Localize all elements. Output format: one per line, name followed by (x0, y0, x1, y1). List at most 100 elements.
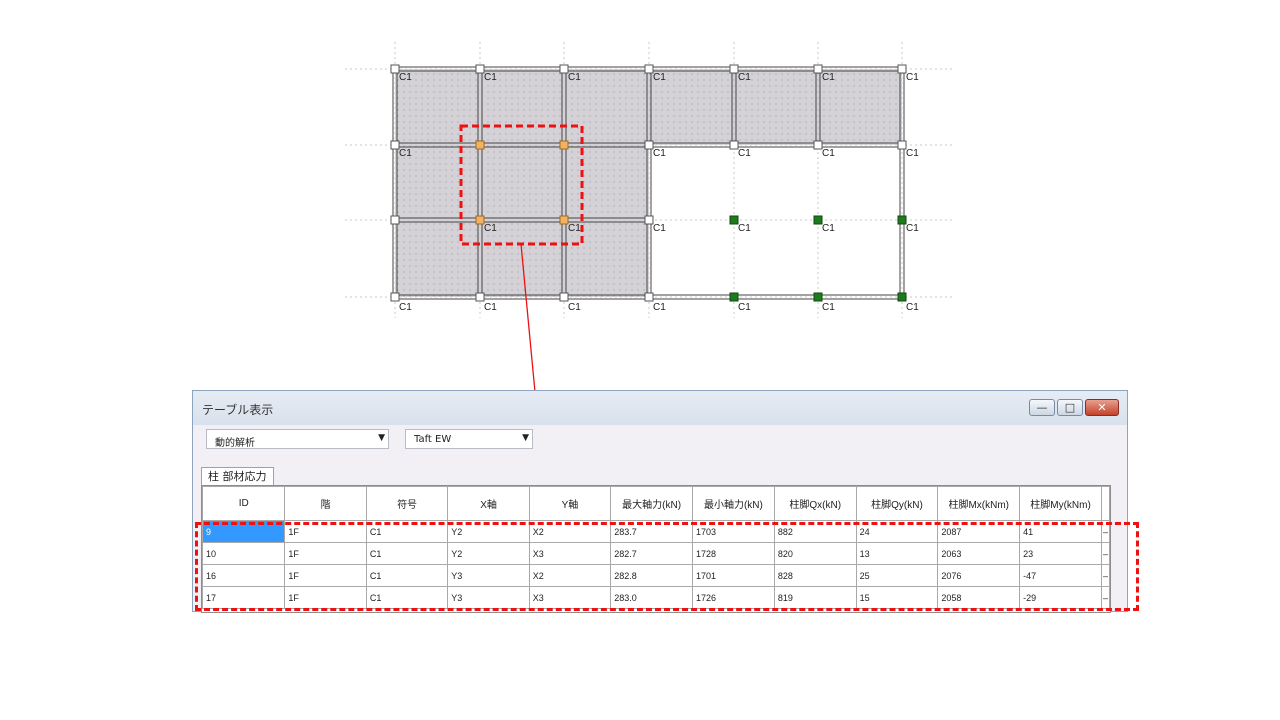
minimize-button[interactable]: — (1029, 399, 1055, 416)
cell-min-axial[interactable]: 1728 (692, 542, 775, 565)
cell-mx[interactable]: 2063 (937, 542, 1021, 565)
cell-max-axial[interactable]: 283.0 (610, 586, 694, 609)
minimize-icon: — (1036, 401, 1048, 414)
column-header-extra (1100, 486, 1110, 521)
cell-qx[interactable]: 820 (773, 542, 857, 565)
cell-floor[interactable]: 1F (284, 542, 367, 565)
cell-symbol[interactable]: C1 (365, 586, 449, 609)
cell-my[interactable]: -47 (1019, 564, 1102, 587)
cell-qy[interactable]: 13 (855, 542, 939, 565)
cell-extra: – (1100, 542, 1110, 565)
wave-value: Taft EW (414, 434, 452, 445)
dropdown-arrow-icon: ▼ (378, 433, 385, 443)
cell-mx[interactable]: 2058 (937, 586, 1021, 609)
cell-qy[interactable]: 25 (855, 564, 939, 587)
column-header-max-axial[interactable]: 最大軸力(kN) (610, 486, 694, 521)
cell-y-axis[interactable]: X2 (528, 564, 612, 587)
column-header-floor[interactable]: 階 (284, 486, 367, 521)
cell-max-axial[interactable]: 283.7 (610, 520, 694, 543)
column-label: C1 (568, 302, 581, 313)
window-controls: — □ ✕ (1029, 399, 1119, 416)
maximize-button[interactable]: □ (1057, 399, 1083, 416)
cell-id[interactable]: 16 (202, 564, 286, 587)
cell-id[interactable]: 17 (202, 586, 286, 609)
cell-qx[interactable]: 819 (773, 586, 857, 609)
column-label: C1 (738, 148, 751, 159)
column-label: C1 (906, 223, 919, 234)
wave-select[interactable]: Taft EW ▼ (405, 429, 533, 449)
table-view-window: テーブル表示 — □ ✕ 動的解析 ▼ Taft EW ▼ 柱 部材応力 ID … (192, 390, 1128, 613)
cell-extra: – (1100, 564, 1110, 587)
column-label: C1 (822, 148, 835, 159)
cell-qx[interactable]: 828 (773, 564, 857, 587)
cell-qx[interactable]: 882 (773, 520, 857, 543)
dropdown-arrow-icon: ▼ (522, 433, 529, 443)
column-header-my[interactable]: 柱脚My(kNm) (1019, 486, 1102, 521)
cell-y-axis[interactable]: X3 (528, 542, 612, 565)
cell-floor[interactable]: 1F (284, 520, 367, 543)
cell-symbol[interactable]: C1 (365, 542, 449, 565)
cell-extra: – (1100, 520, 1110, 543)
window-title: テーブル表示 (202, 403, 274, 417)
column-header-symbol[interactable]: 符号 (365, 486, 449, 521)
column-label: C1 (906, 302, 919, 313)
table-row[interactable]: 10 1F C1 Y2 X3 282.7 1728 820 13 2063 23… (202, 542, 1110, 565)
cell-symbol[interactable]: C1 (365, 564, 449, 587)
title-bar: テーブル表示 — □ ✕ (193, 391, 1127, 425)
table-row[interactable]: 16 1F C1 Y3 X2 282.8 1701 828 25 2076 -4… (202, 564, 1110, 587)
cell-mx[interactable]: 2076 (937, 564, 1021, 587)
cell-qy[interactable]: 15 (855, 586, 939, 609)
cell-x-axis[interactable]: Y3 (447, 564, 530, 587)
column-header-qy[interactable]: 柱脚Qy(kN) (855, 486, 939, 521)
cell-floor[interactable]: 1F (284, 586, 367, 609)
data-grid: ID 階 符号 X軸 Y軸 最大軸力(kN) 最小軸力(kN) 柱脚Qx(kN)… (201, 485, 1111, 613)
tab-column-member-stress[interactable]: 柱 部材応力 (201, 467, 274, 486)
cell-min-axial[interactable]: 1703 (692, 520, 775, 543)
column-header-x-axis[interactable]: X軸 (447, 486, 530, 521)
column-header-min-axial[interactable]: 最小軸力(kN) (692, 486, 775, 521)
column-label: C1 (822, 302, 835, 313)
cell-y-axis[interactable]: X3 (528, 586, 612, 609)
column-label: C1 (399, 148, 412, 159)
column-label: C1 (399, 72, 412, 83)
cell-max-axial[interactable]: 282.8 (610, 564, 694, 587)
member-stress-table: ID 階 符号 X軸 Y軸 最大軸力(kN) 最小軸力(kN) 柱脚Qx(kN)… (202, 486, 1110, 609)
column-label: C1 (738, 72, 751, 83)
analysis-type-select[interactable]: 動的解析 ▼ (206, 429, 389, 449)
cell-x-axis[interactable]: Y3 (447, 586, 530, 609)
slab-area (395, 69, 902, 297)
column-header-qx[interactable]: 柱脚Qx(kN) (773, 486, 857, 521)
column-label: C1 (653, 148, 666, 159)
cell-floor[interactable]: 1F (284, 564, 367, 587)
column-label: C1 (906, 148, 919, 159)
column-label: C1 (738, 223, 751, 234)
cell-id[interactable]: 9 (202, 520, 286, 543)
table-row[interactable]: 17 1F C1 Y3 X3 283.0 1726 819 15 2058 -2… (202, 586, 1110, 609)
cell-x-axis[interactable]: Y2 (447, 542, 530, 565)
cell-min-axial[interactable]: 1701 (692, 564, 775, 587)
column-label: C1 (484, 302, 497, 313)
cell-id[interactable]: 10 (202, 542, 286, 565)
cell-x-axis[interactable]: Y2 (447, 520, 530, 543)
table-row[interactable]: 9 1F C1 Y2 X2 283.7 1703 882 24 2087 41 … (202, 520, 1110, 543)
cell-min-axial[interactable]: 1726 (692, 586, 775, 609)
column-label: C1 (653, 72, 666, 83)
close-button[interactable]: ✕ (1085, 399, 1119, 416)
column-header-y-axis[interactable]: Y軸 (528, 486, 612, 521)
column-label: C1 (484, 223, 497, 234)
column-label: C1 (822, 72, 835, 83)
column-header-id[interactable]: ID (202, 486, 286, 521)
analysis-type-value: 動的解析 (215, 438, 255, 449)
cell-max-axial[interactable]: 282.7 (610, 542, 694, 565)
column-label: C1 (568, 72, 581, 83)
column-header-mx[interactable]: 柱脚Mx(kNm) (937, 486, 1021, 521)
cell-mx[interactable]: 2087 (937, 520, 1021, 543)
cell-my[interactable]: -29 (1019, 586, 1102, 609)
column-label: C1 (484, 72, 497, 83)
cell-symbol[interactable]: C1 (365, 520, 449, 543)
cell-my[interactable]: 23 (1019, 542, 1102, 565)
cell-my[interactable]: 41 (1019, 520, 1102, 543)
column-label: C1 (906, 72, 919, 83)
cell-y-axis[interactable]: X2 (528, 520, 612, 543)
cell-qy[interactable]: 24 (855, 520, 939, 543)
